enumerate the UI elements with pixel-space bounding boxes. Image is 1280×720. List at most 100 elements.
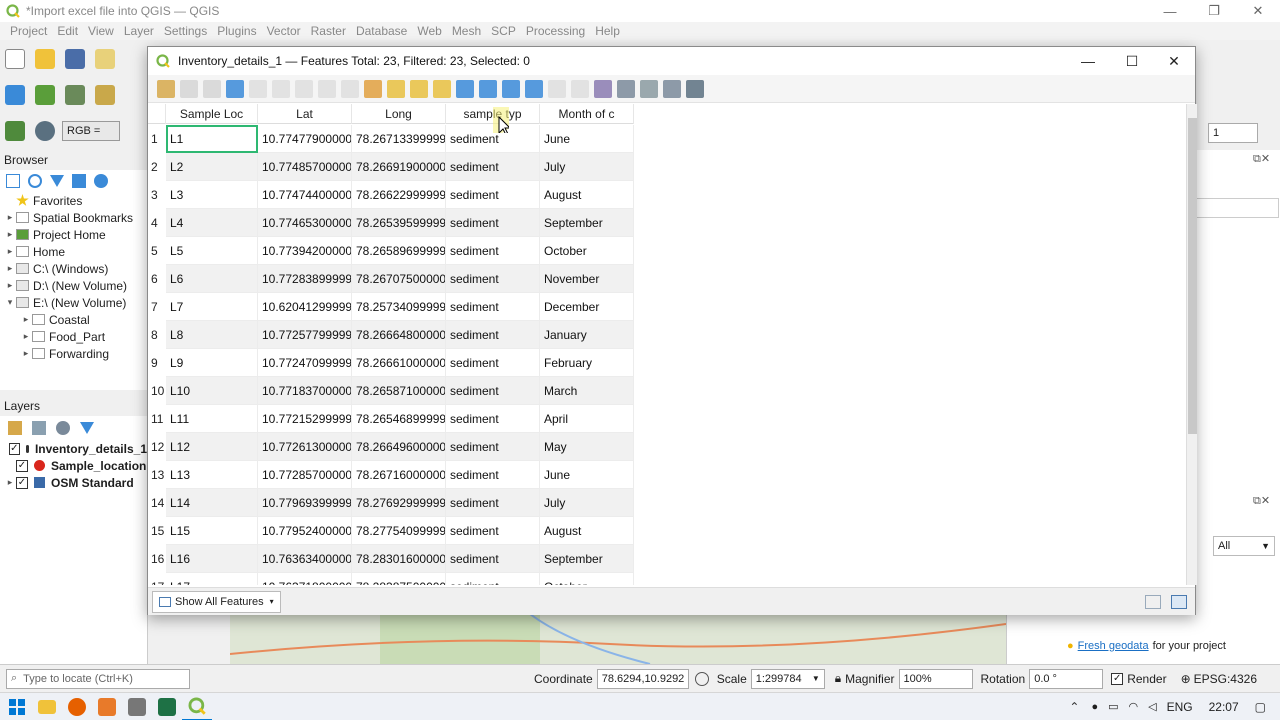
expression-select-icon[interactable] xyxy=(363,79,382,98)
table-cell[interactable]: 10.77283899999... xyxy=(258,265,352,293)
coordinate-field[interactable]: 78.6294,10.9292 xyxy=(596,668,689,689)
browser-item[interactable]: Favorites xyxy=(0,192,147,209)
table-cell[interactable]: L14 xyxy=(166,489,258,517)
row-number[interactable]: 2 xyxy=(148,153,166,181)
table-cell[interactable]: sediment xyxy=(446,489,540,517)
delete-feature-icon[interactable] xyxy=(271,79,290,98)
clock[interactable]: 22:07 xyxy=(1209,700,1239,714)
menu-plugins[interactable]: Plugins xyxy=(212,24,261,38)
language-indicator[interactable]: ENG xyxy=(1167,700,1193,714)
table-row[interactable]: 17L1710.76371800000...78.28387500000...s… xyxy=(148,573,634,585)
table-cell[interactable]: L2 xyxy=(166,153,258,181)
save-edits-icon[interactable] xyxy=(202,79,221,98)
menu-raster[interactable]: Raster xyxy=(306,24,351,38)
close-icon[interactable]: ✕ xyxy=(1236,0,1280,22)
table-cell[interactable]: 78.26691900000... xyxy=(352,153,446,181)
table-cell[interactable]: sediment xyxy=(446,209,540,237)
table-cell[interactable]: L9 xyxy=(166,349,258,377)
table-cell[interactable]: L11 xyxy=(166,405,258,433)
visibility-icon[interactable] xyxy=(56,421,70,435)
style-icon[interactable] xyxy=(8,421,22,435)
table-row[interactable]: 16L1610.76363400000...78.28301600000...s… xyxy=(148,545,634,573)
table-cell[interactable]: L8 xyxy=(166,321,258,349)
firefox-icon[interactable] xyxy=(62,693,92,720)
table-cell[interactable]: 78.26622999999... xyxy=(352,181,446,209)
new-field-icon[interactable] xyxy=(547,79,566,98)
table-cell[interactable]: 10.77477900000... xyxy=(258,125,352,153)
menu-project[interactable]: Project xyxy=(0,24,52,38)
browser-item[interactable]: ▸ Spatial Bookmarks xyxy=(0,209,147,226)
table-cell[interactable]: 78.27754099999... xyxy=(352,517,446,545)
scrollbar-thumb[interactable] xyxy=(1188,118,1197,434)
panel-float-icon[interactable]: ⧉✕ xyxy=(1253,152,1270,166)
table-row[interactable]: 4L410.77465300000...78.26539599999...sed… xyxy=(148,209,634,237)
table-cell[interactable]: October xyxy=(540,237,634,265)
row-header-corner[interactable] xyxy=(148,104,166,124)
table-cell[interactable]: 78.26587100000... xyxy=(352,377,446,405)
browser-item[interactable]: ▾ E:\ (New Volume) xyxy=(0,294,147,311)
locate-input[interactable]: ⌕ Type to locate (Ctrl+K) xyxy=(6,668,190,689)
file-explorer-icon[interactable] xyxy=(32,693,62,720)
expand-arrow-icon[interactable]: ▾ xyxy=(4,297,16,308)
table-cell[interactable]: 78.26539599999... xyxy=(352,209,446,237)
map-canvas[interactable] xyxy=(230,614,1006,664)
table-cell[interactable]: L5 xyxy=(166,237,258,265)
table-cell[interactable]: sediment xyxy=(446,377,540,405)
vertical-scrollbar[interactable] xyxy=(1186,104,1197,585)
table-cell[interactable]: 10.76363400000... xyxy=(258,545,352,573)
browser-item[interactable]: ▸ Food_Part xyxy=(0,328,147,345)
add-feature-icon[interactable] xyxy=(248,79,267,98)
expand-arrow-icon[interactable]: ▸ xyxy=(20,331,32,342)
digitize-icon[interactable] xyxy=(92,82,118,108)
menu-web[interactable]: Web xyxy=(412,24,446,38)
excel-icon[interactable] xyxy=(152,693,182,720)
table-cell[interactable]: February xyxy=(540,349,634,377)
table-cell[interactable]: L13 xyxy=(166,461,258,489)
table-cell[interactable]: 78.28301600000... xyxy=(352,545,446,573)
row-number[interactable]: 12 xyxy=(148,433,166,461)
minimize-icon[interactable]: — xyxy=(1148,0,1192,22)
table-cell[interactable]: October xyxy=(540,573,634,585)
layer-item[interactable]: ▸ ✓ OSM Standard xyxy=(0,474,147,491)
table-cell[interactable]: sediment xyxy=(446,545,540,573)
table-row[interactable]: 14L1410.77969399999...78.27692999999...s… xyxy=(148,489,634,517)
menu-edit[interactable]: Edit xyxy=(52,24,83,38)
filter-combo[interactable]: All ▼ xyxy=(1213,536,1275,556)
table-cell[interactable]: L1 xyxy=(166,125,258,153)
table-cell[interactable]: L16 xyxy=(166,545,258,573)
menu-vector[interactable]: Vector xyxy=(262,24,306,38)
table-cell[interactable]: L10 xyxy=(166,377,258,405)
column-header[interactable]: sample typ xyxy=(446,104,540,124)
layer-visibility-checkbox[interactable]: ✓ xyxy=(16,476,28,489)
table-cell[interactable]: 78.27692999999... xyxy=(352,489,446,517)
expand-arrow-icon[interactable]: ▸ xyxy=(4,246,16,257)
table-cell[interactable]: November xyxy=(540,265,634,293)
table-cell[interactable]: sediment xyxy=(446,433,540,461)
browser-item[interactable]: ▸ Project Home xyxy=(0,226,147,243)
table-cell[interactable]: January xyxy=(540,321,634,349)
table-cell[interactable]: 78.25734099999... xyxy=(352,293,446,321)
add-group-icon[interactable] xyxy=(32,421,46,435)
form-view-icon[interactable] xyxy=(1145,594,1161,609)
add-selected-icon[interactable] xyxy=(6,174,20,188)
table-cell[interactable]: sediment xyxy=(446,573,540,585)
dialog-close-icon[interactable]: ✕ xyxy=(1152,47,1196,75)
row-number[interactable]: 6 xyxy=(148,265,166,293)
show-all-features-button[interactable]: Show All Features ▾ xyxy=(152,590,281,613)
table-cell[interactable]: L3 xyxy=(166,181,258,209)
row-number[interactable]: 15 xyxy=(148,517,166,545)
table-cell[interactable]: 78.26589699999... xyxy=(352,237,446,265)
table-cell[interactable]: 10.76371800000... xyxy=(258,573,352,585)
tray-chevron-icon[interactable]: ⌃ xyxy=(1069,700,1079,714)
filter-select-icon[interactable] xyxy=(455,79,474,98)
table-cell[interactable]: L12 xyxy=(166,433,258,461)
copy-icon[interactable] xyxy=(317,79,336,98)
toggle-edit-icon[interactable] xyxy=(156,79,175,98)
attribute-grid[interactable]: Sample Loc Lat Long sample typ Month of c 1L… xyxy=(148,104,1186,585)
row-number[interactable]: 3 xyxy=(148,181,166,209)
browser-item[interactable]: ▸ D:\ (New Volume) xyxy=(0,277,147,294)
row-number[interactable]: 5 xyxy=(148,237,166,265)
row-number[interactable]: 4 xyxy=(148,209,166,237)
panel2-float-icon[interactable]: ⧉✕ xyxy=(1253,494,1270,508)
menu-processing[interactable]: Processing xyxy=(521,24,590,38)
